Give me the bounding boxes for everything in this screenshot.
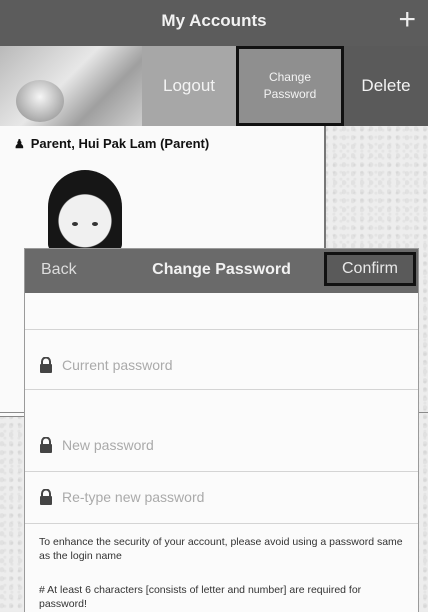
divider [25,471,418,472]
account-thumbnail[interactable] [0,46,142,126]
new-password-input[interactable] [62,437,382,453]
account-name-text: Parent, Hui Pak Lam (Parent) [30,136,210,151]
lock-icon [40,489,52,505]
security-note: To enhance the security of your account,… [39,536,403,562]
page-title: My Accounts [161,11,267,30]
logout-button[interactable]: Logout [142,46,236,126]
top-bar: My Accounts + [0,0,428,46]
account-swipe-row: Logout Change Password Delete [0,46,428,126]
retype-password-field[interactable] [39,483,399,511]
divider [25,329,418,330]
change-password-button[interactable]: Change Password [236,46,344,126]
account-name: ♟ Parent, Hui Pak Lam (Parent) [14,136,209,151]
plus-icon[interactable]: + [398,4,416,36]
delete-label: Delete [361,76,411,95]
divider [25,523,418,524]
logout-label: Logout [163,76,215,95]
delete-button[interactable]: Delete [344,46,428,126]
change-password-label-line2: Password [263,87,317,101]
lock-icon [40,437,52,453]
avatar [48,170,122,252]
current-password-field[interactable] [39,351,399,379]
user-icon: ♟ [14,137,25,151]
divider [25,389,418,390]
current-password-input[interactable] [62,357,382,373]
confirm-button[interactable]: Confirm [324,252,416,286]
confirm-label: Confirm [341,260,398,277]
change-password-label-line1: Change [268,70,312,84]
new-password-field[interactable] [39,431,399,459]
dialog-header: Back Change Password Confirm [25,249,418,293]
password-rule-note: # At least 6 characters [consists of let… [39,584,362,610]
retype-password-input[interactable] [62,489,382,505]
lock-icon [40,357,52,373]
change-password-dialog: Back Change Password Confirm To enhance … [24,248,419,612]
